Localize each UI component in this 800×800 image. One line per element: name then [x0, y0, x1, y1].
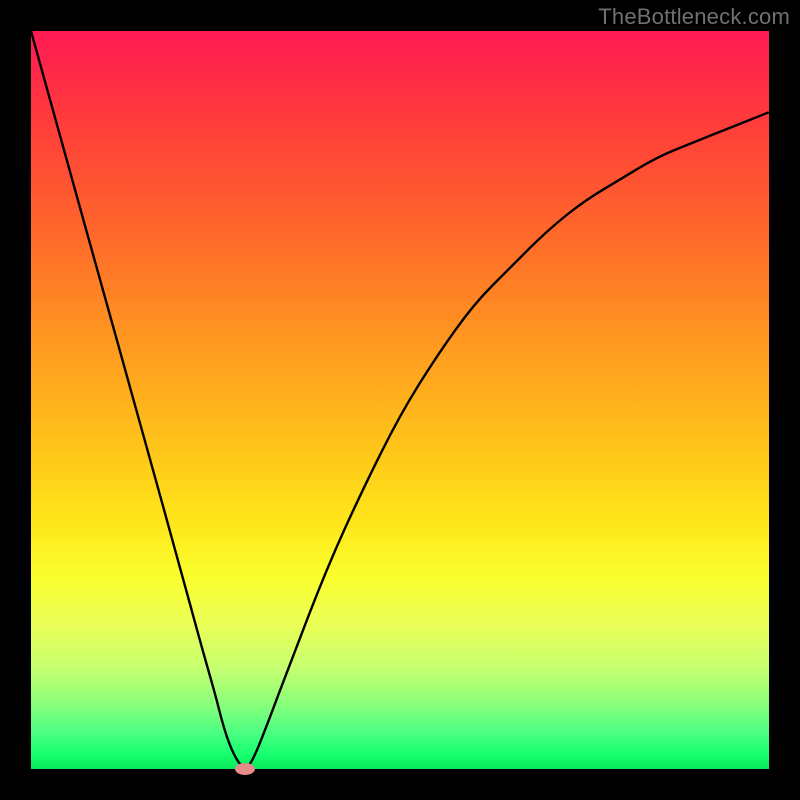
- chart-frame: TheBottleneck.com: [0, 0, 800, 800]
- bottleneck-curve: [31, 31, 769, 767]
- watermark-text: TheBottleneck.com: [598, 4, 790, 30]
- optimal-marker: [235, 763, 255, 775]
- plot-area: [31, 31, 769, 769]
- curve-layer: [31, 31, 769, 769]
